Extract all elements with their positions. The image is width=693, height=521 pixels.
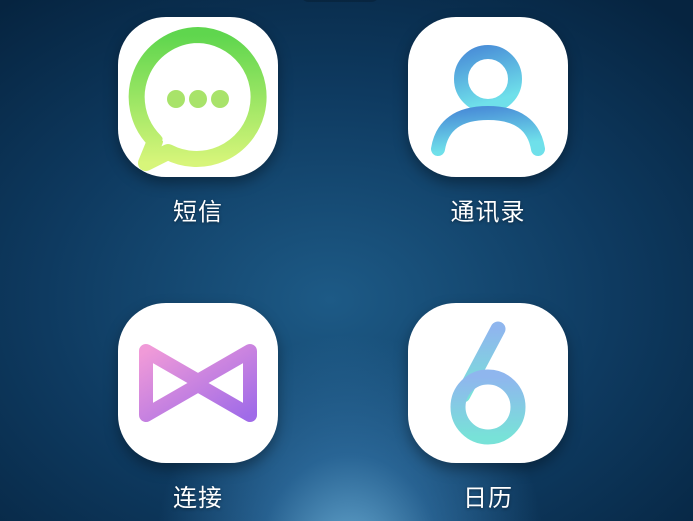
app-calendar-tile[interactable] (408, 303, 568, 463)
app-calendar[interactable]: 日历 (393, 303, 583, 515)
app-connect-tile[interactable] (118, 303, 278, 463)
calendar-six-icon (450, 321, 526, 445)
app-connect[interactable]: 连接 (103, 303, 293, 515)
app-sms[interactable]: 短信 (103, 17, 293, 229)
contact-person-icon (431, 45, 545, 156)
app-contacts[interactable]: 通讯录 (393, 17, 583, 229)
message-bubble-icon (128, 27, 267, 171)
top-partial-label (300, 0, 380, 2)
app-contacts-tile[interactable] (408, 17, 568, 177)
app-contacts-label[interactable]: 通讯录 (393, 195, 583, 229)
app-sms-tile[interactable] (118, 17, 278, 177)
app-connect-label[interactable]: 连接 (103, 481, 293, 515)
app-sms-label[interactable]: 短信 (103, 195, 293, 229)
bowtie-connect-icon (139, 344, 257, 422)
app-calendar-label[interactable]: 日历 (393, 481, 583, 515)
